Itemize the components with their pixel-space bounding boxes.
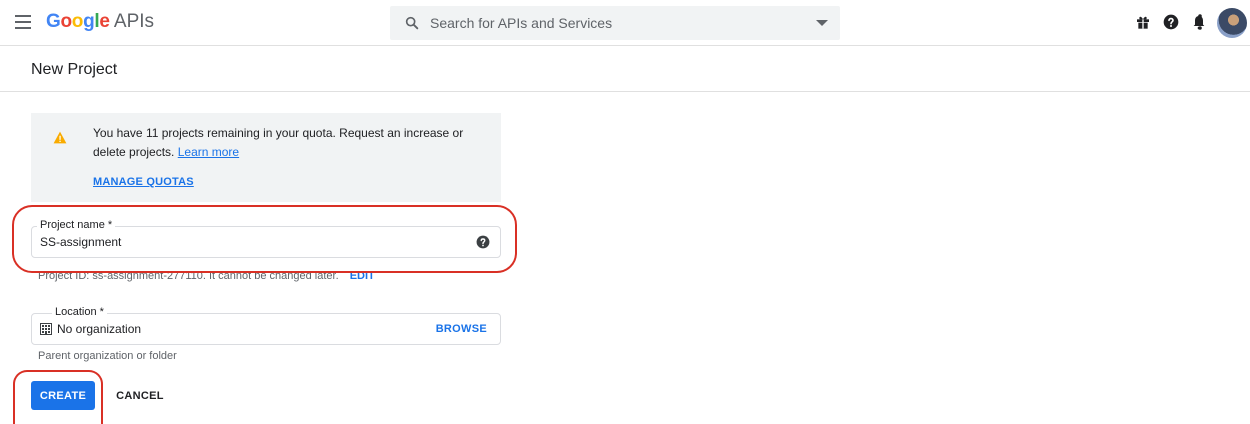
search-bar[interactable] — [390, 6, 840, 40]
logo-suffix: APIs — [113, 11, 155, 32]
location-hint: Parent organization or folder — [38, 350, 177, 362]
project-name-label: Project name * — [37, 219, 116, 232]
page-title: New Project — [31, 61, 118, 78]
page-header: New Project — [0, 46, 1250, 92]
more-vert-icon[interactable] — [1198, 14, 1202, 30]
quota-notice: You have 11 projects remaining in your q… — [31, 113, 501, 202]
project-name-field[interactable]: Project name * SS-assignment — [31, 219, 501, 258]
warning-icon — [53, 131, 67, 144]
cancel-button[interactable]: CANCEL — [108, 381, 172, 410]
project-name-input[interactable]: SS-assignment — [40, 235, 121, 249]
logo-letter: e — [99, 11, 110, 32]
google-wordmark: Google — [46, 11, 110, 32]
search-icon — [405, 16, 419, 30]
gift-icon[interactable] — [1135, 14, 1151, 30]
browse-button[interactable]: BROWSE — [436, 323, 487, 335]
learn-more-link[interactable]: Learn more — [178, 145, 239, 159]
manage-quotas-link[interactable]: MANAGE QUOTAS — [93, 176, 194, 188]
quota-message: You have 11 projects remaining in your q… — [93, 124, 493, 162]
menu-icon[interactable] — [15, 15, 31, 29]
organization-icon — [40, 323, 52, 335]
quota-message-text: You have 11 projects remaining in your q… — [93, 126, 464, 159]
location-value: No organization — [57, 322, 142, 336]
logo-letter: G — [46, 11, 61, 32]
help-icon[interactable] — [476, 235, 490, 249]
create-button[interactable]: CREATE — [31, 381, 95, 410]
google-apis-logo[interactable]: Google APIs — [46, 10, 154, 34]
search-dropdown-icon[interactable] — [816, 20, 828, 26]
logo-letter: o — [71, 11, 84, 32]
location-field[interactable]: Location * No organization BROWSE — [31, 306, 501, 345]
project-id-text: Project ID: ss-assignment-277110. It can… — [38, 270, 375, 282]
project-id-label: Project ID: ss-assignment-277110. It can… — [38, 270, 339, 282]
search-input[interactable] — [430, 6, 790, 40]
logo-letter: g — [83, 11, 95, 32]
logo-letter: o — [60, 11, 72, 32]
edit-project-id-button[interactable]: EDIT — [350, 270, 375, 282]
avatar[interactable] — [1217, 8, 1247, 38]
top-bar: Google APIs — [0, 0, 1250, 46]
help-icon[interactable] — [1163, 14, 1179, 30]
location-label: Location * — [52, 306, 107, 319]
